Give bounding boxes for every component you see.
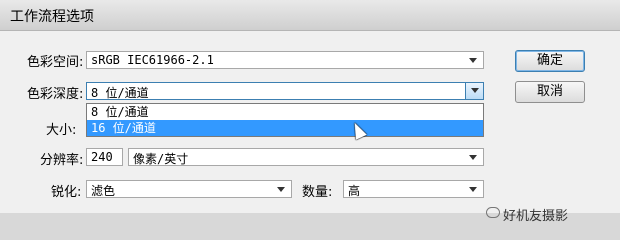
resolution-unit-value: 像素/英寸 [133,152,189,166]
amount-value: 高 [348,184,361,198]
resolution-input[interactable]: 240 [86,148,123,166]
chevron-down-icon [471,88,479,93]
chevron-down-icon [469,187,477,192]
chevron-down-icon [469,155,477,160]
amount-select[interactable]: 高 [343,180,484,198]
cancel-button[interactable]: 取消 [515,81,585,103]
ok-button[interactable]: 确定 [515,50,585,72]
resolution-label: 分辨率: [40,153,84,168]
chevron-down-icon [277,187,285,192]
sharpen-select[interactable]: 滤色 [86,180,292,198]
resolution-value: 240 [91,150,113,164]
sharpen-label: 锐化: [51,185,82,200]
list-item-selected[interactable]: 16 位/通道 [87,120,483,136]
dropdown-arrow-button[interactable] [465,83,483,99]
color-depth-label: 色彩深度: [27,87,84,102]
wechat-icon [486,207,500,218]
size-label: 大小: [46,123,77,138]
color-space-value: sRGB IEC61966-2.1 [91,53,214,67]
color-depth-select[interactable]: 8 位/通道 [86,82,484,100]
sharpen-value: 滤色 [91,184,116,198]
window-title: 工作流程选项 [10,9,94,25]
title-bar: 工作流程选项 [0,0,620,31]
color-depth-value: 8 位/通道 [91,86,149,100]
color-space-label: 色彩空间: [27,55,84,70]
list-item[interactable]: 8 位/通道 [87,104,483,120]
amount-label: 数量: [302,185,333,200]
chevron-down-icon [469,58,477,63]
watermark-text: 好机友摄影 [503,209,569,224]
resolution-unit-select[interactable]: 像素/英寸 [128,148,484,166]
color-space-select[interactable]: sRGB IEC61966-2.1 [86,51,484,69]
color-depth-dropdown-list[interactable]: 8 位/通道 16 位/通道 [86,103,484,137]
